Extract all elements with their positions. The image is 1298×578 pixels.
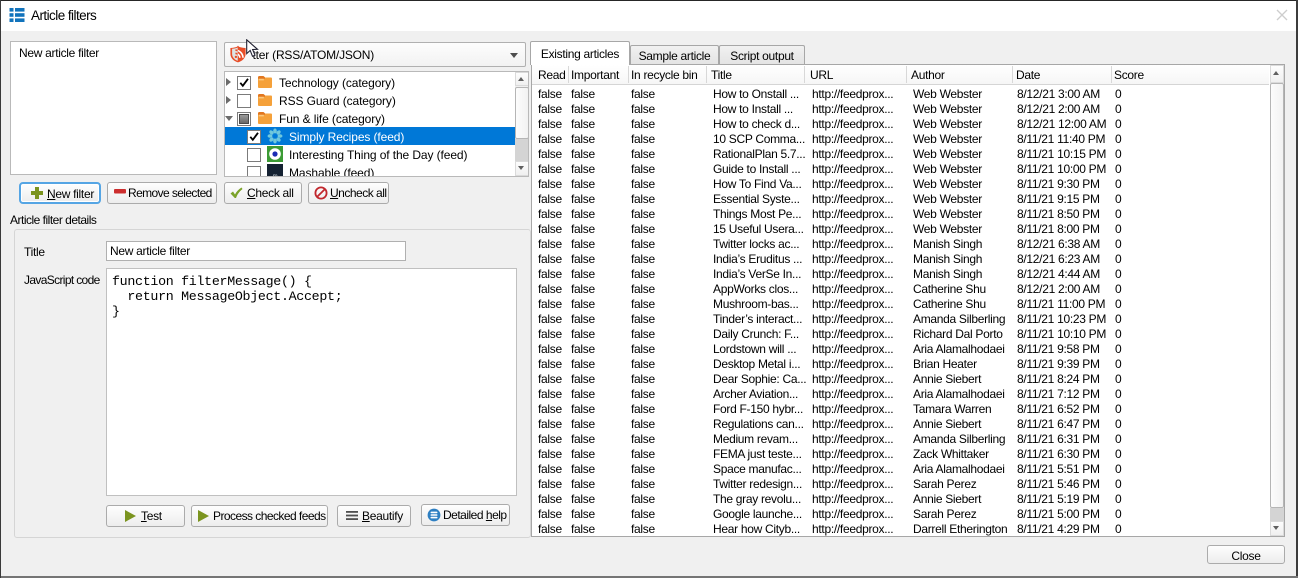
- svg-text:m: m: [273, 174, 278, 177]
